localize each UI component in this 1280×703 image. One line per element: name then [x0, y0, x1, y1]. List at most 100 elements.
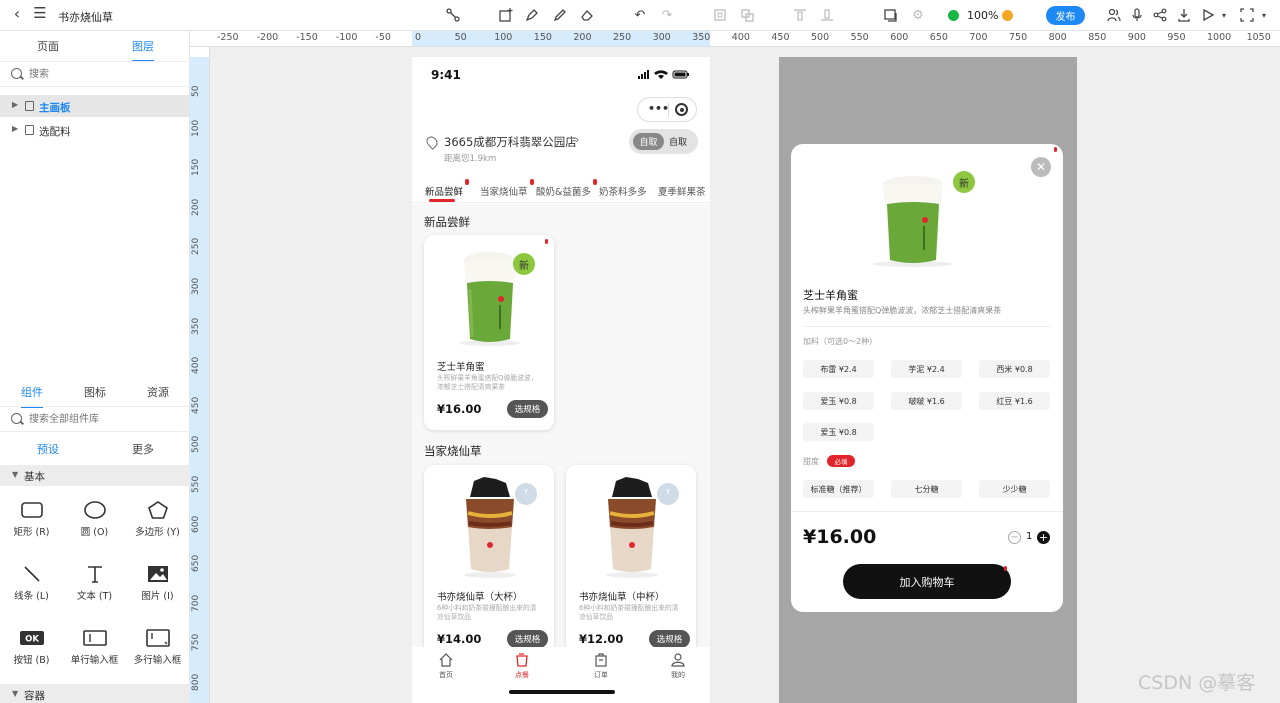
add-to-cart-button[interactable]: 加入购物车 [843, 564, 1011, 599]
layer-item-options[interactable]: ▶ 选配料 [0, 119, 190, 141]
settings-gear-icon[interactable]: ⚙ [910, 7, 926, 23]
close-target-icon[interactable] [675, 103, 688, 116]
collaborators-icon[interactable] [1106, 7, 1122, 23]
tabbar-item-orders[interactable]: 订单 [581, 653, 621, 685]
tabbar-item-order-food[interactable]: 点餐 [502, 653, 542, 685]
layer-label: 主画板 [39, 102, 71, 114]
component-search-input[interactable] [29, 411, 179, 428]
store-name[interactable]: 3665成都万科翡翠公园店 [444, 134, 577, 150]
screen-icon[interactable] [883, 7, 899, 23]
section-container[interactable]: ▼ 容器 [0, 684, 190, 703]
align-bottom-icon[interactable] [819, 7, 835, 23]
tab-resources[interactable]: 资源 [147, 384, 169, 400]
tabbar-item-home[interactable]: 首页 [426, 653, 466, 685]
category-tab[interactable]: 奶茶料多多 [599, 184, 647, 198]
design-canvas[interactable]: 9:41 ••• 3665成都万科翡翠公园店 › 距离您1.9km 自取 自取 … [211, 48, 1280, 703]
mini-program-capsule[interactable]: ••• [637, 97, 697, 122]
category-tab[interactable]: 酸奶&益菌多 [536, 179, 597, 198]
tab-components[interactable]: 组件 [21, 384, 43, 408]
extra-option-chip[interactable]: 爱玉 ¥0.8 [803, 423, 874, 441]
category-tab[interactable]: 当家烧仙草 [480, 179, 534, 198]
toggle-off-label[interactable]: 自取 [669, 135, 687, 148]
component-single-input[interactable]: 单行输入框 [63, 625, 126, 685]
toggle-on-label[interactable]: 自取 [633, 133, 664, 150]
pickup-toggle[interactable]: 自取 自取 [629, 129, 698, 154]
ungroup-icon[interactable] [739, 7, 755, 23]
share-icon[interactable] [1152, 7, 1168, 23]
fullscreen-icon[interactable] [1239, 7, 1255, 23]
tab-more[interactable]: 更多 [132, 441, 154, 457]
zoom-level[interactable]: 100% [967, 9, 998, 22]
component-button[interactable]: OK 按钮 (B) [0, 625, 63, 685]
product-card[interactable]: ⁷ 书亦烧仙草（大杯） 6种小料和奶茶碰撞酝酿出来的清凉仙草饮品 ¥14.00 … [424, 465, 554, 660]
sheet-product-desc: 头榨鲜果羊角蜜搭配Q弹脆波波，浓郁芝士搭配清爽果茶 [803, 306, 1002, 315]
play-preview-icon[interactable] [1200, 7, 1216, 23]
product-card[interactable]: 新 芝士羊角蜜 头榨鲜果羊角蜜搭配Q弹脆波波，浓郁芝士搭配清爽果茶 ¥16.00… [424, 235, 554, 430]
more-dots-icon[interactable]: ••• [648, 102, 669, 115]
layer-search-input[interactable] [29, 66, 179, 83]
extra-option-chip[interactable]: 红豆 ¥1.6 [979, 392, 1050, 410]
redo-icon[interactable]: ↷ [659, 7, 675, 23]
watermark: CSDN @摹客 [1138, 672, 1256, 694]
pencil-icon[interactable] [552, 7, 568, 23]
quantity-minus-button[interactable]: − [1008, 531, 1021, 544]
caret-right-icon[interactable]: ▶ [12, 100, 18, 109]
extra-option-chip[interactable]: 布雷 ¥2.4 [803, 360, 874, 378]
home-indicator [509, 690, 615, 694]
undo-icon[interactable]: ↶ [632, 7, 648, 23]
component-line[interactable]: 线条 (L) [0, 561, 63, 621]
extra-option-chip[interactable]: 啵啵 ¥1.6 [891, 392, 962, 410]
tabbar-item-profile[interactable]: 我的 [658, 653, 698, 685]
pen-icon[interactable] [524, 7, 540, 23]
select-spec-button[interactable]: 选规格 [507, 400, 548, 418]
publish-button[interactable]: 发布 [1046, 6, 1085, 25]
menu-icon[interactable]: ☰ [32, 4, 48, 22]
back-arrow-icon[interactable]: ‹ [9, 4, 25, 23]
extra-option-chip[interactable]: 爱玉 ¥0.8 [803, 392, 874, 410]
group-icon[interactable] [712, 7, 728, 23]
tab-presets[interactable]: 预设 [37, 441, 59, 457]
extra-option-chip[interactable]: 芋泥 ¥2.4 [891, 360, 962, 378]
options-artboard[interactable]: 新 ✕ 芝士羊角蜜 头榨鲜果羊角蜜搭配Q弹脆波波，浓郁芝士搭配清爽果茶 加料（可… [779, 57, 1077, 703]
phone-artboard[interactable]: 9:41 ••• 3665成都万科翡翠公园店 › 距离您1.9km 自取 自取 … [412, 57, 710, 703]
sweetness-option-chip[interactable]: 标准糖（推荐） [803, 480, 874, 498]
sweetness-option-chip[interactable]: 七分糖 [891, 480, 962, 498]
add-frame-icon[interactable] [498, 7, 514, 23]
connect-icon[interactable] [445, 7, 461, 23]
component-polygon[interactable]: 多边形 (Y) [126, 497, 189, 557]
microphone-icon[interactable] [1129, 7, 1145, 23]
component-rectangle[interactable]: 矩形 (R) [0, 497, 63, 557]
sweetness-option-chip[interactable]: 少少糖 [979, 480, 1050, 498]
chevron-down-icon[interactable]: ▾ [1216, 7, 1232, 23]
component-image[interactable]: 图片 (I) [126, 561, 189, 621]
zoom-in-icon[interactable] [1002, 10, 1013, 21]
caret-right-icon[interactable]: ▶ [12, 124, 18, 133]
product-card[interactable]: ⁷ 书亦烧仙草（中杯） 6种小料和奶茶碰撞酝酿出来的清凉仙草饮品 ¥12.00 … [566, 465, 696, 660]
chevron-right-icon[interactable]: › [575, 133, 579, 146]
component-text[interactable]: 文本 (T) [63, 561, 126, 621]
order-bag-icon [595, 653, 607, 667]
caret-down-icon: ▼ [12, 689, 19, 698]
category-tab[interactable]: 夏季鲜果茶 [658, 184, 706, 198]
zoom-out-icon[interactable] [948, 10, 959, 21]
quantity-plus-button[interactable]: + [1037, 531, 1050, 544]
section-title: 当家烧仙草 [424, 444, 482, 458]
layer-item-main-board[interactable]: ▶ 主画板 [0, 95, 190, 117]
align-top-icon[interactable] [792, 7, 808, 23]
extra-option-chip[interactable]: 西米 ¥0.8 [979, 360, 1050, 378]
category-tab[interactable]: 新品尝鲜 [425, 179, 470, 198]
tab-pages[interactable]: 页面 [37, 38, 59, 54]
component-circle[interactable]: 圆 (O) [63, 497, 126, 557]
close-icon[interactable]: ✕ [1031, 157, 1051, 177]
section-basic[interactable]: ▼ 基本 [0, 465, 190, 486]
select-spec-button[interactable]: 选规格 [649, 630, 690, 648]
chevron-down-icon[interactable]: ▾ [1256, 7, 1272, 23]
tab-icons[interactable]: 图标 [84, 384, 106, 400]
product-name: 书亦烧仙草（大杯） [437, 592, 523, 603]
component-multi-input[interactable]: 多行输入框 [126, 625, 189, 685]
download-icon[interactable] [1176, 7, 1192, 23]
select-spec-button[interactable]: 选规格 [507, 630, 548, 648]
eraser-icon[interactable] [579, 7, 595, 23]
menu-list[interactable]: 新品尝鲜 新 芝士羊角蜜 头榨鲜果羊角蜜搭配Q弹脆波波，浓郁芝士搭配清爽果茶 ¥… [412, 204, 710, 660]
tab-layers[interactable]: 图层 [132, 38, 154, 62]
